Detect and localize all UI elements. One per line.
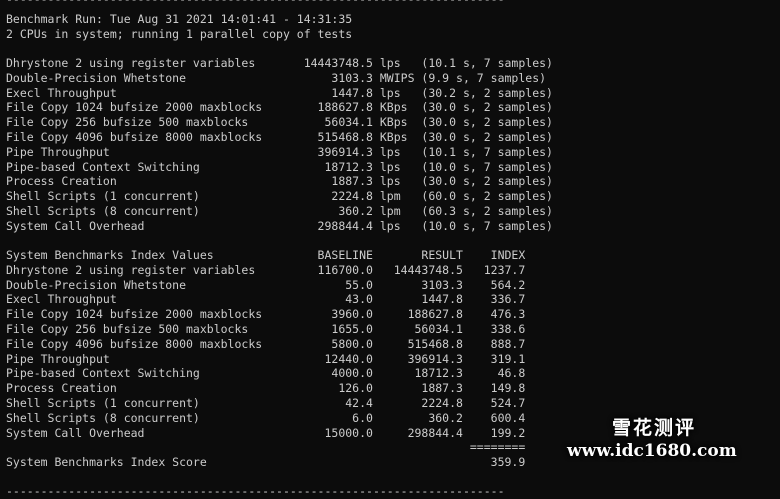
index-header: System Benchmarks Index Values BASELINE … bbox=[6, 248, 526, 262]
header-line: 2 CPUs in system; running 1 parallel cop… bbox=[6, 26, 353, 41]
test-result-line: File Copy 1024 bufsize 2000 maxblocks 18… bbox=[6, 100, 553, 115]
test-result-line: File Copy 256 bufsize 500 maxblocks 5603… bbox=[6, 115, 553, 130]
test-result-line: Process Creation 1887.3 lps (30.0 s, 2 s… bbox=[6, 174, 553, 189]
test-result-line: File Copy 4096 bufsize 8000 maxblocks 51… bbox=[6, 130, 553, 144]
index-row: File Copy 4096 bufsize 8000 maxblocks 58… bbox=[6, 336, 526, 351]
index-row: Shell Scripts (1 concurrent) 42.4 2224.8… bbox=[6, 396, 526, 410]
header-line: Benchmark Run: Tue Aug 31 2021 14:01:41 … bbox=[6, 12, 353, 26]
test-result-line: Double-Precision Whetstone 3103.3 MWIPS … bbox=[6, 70, 547, 85]
separator-top: ----------------------------------------… bbox=[6, 0, 505, 7]
index-score-line: System Benchmarks Index Score 359.9 bbox=[6, 455, 526, 470]
index-row: Pipe Throughput 12440.0 396914.3 319.1 bbox=[6, 351, 526, 366]
index-row: File Copy 1024 bufsize 2000 maxblocks 39… bbox=[6, 307, 526, 322]
test-result-line: Shell Scripts (8 concurrent) 360.2 lpm (… bbox=[6, 204, 553, 218]
index-rule: ======== bbox=[6, 440, 526, 455]
index-row: Double-Precision Whetstone 55.0 3103.3 5… bbox=[6, 277, 526, 292]
index-row: Pipe-based Context Switching 4000.0 1871… bbox=[6, 366, 526, 381]
index-row: Execl Throughput 43.0 1447.8 336.7 bbox=[6, 292, 526, 307]
test-result-line: Dhrystone 2 using register variables 144… bbox=[6, 56, 553, 70]
test-result-line: Shell Scripts (1 concurrent) 2224.8 lpm … bbox=[6, 189, 553, 204]
watermark-name: 雪花测评 bbox=[612, 417, 697, 439]
index-row: Shell Scripts (8 concurrent) 6.0 360.2 6… bbox=[6, 410, 526, 425]
index-row: Process Creation 126.0 1887.3 149.8 bbox=[6, 381, 526, 396]
index-row: Dhrystone 2 using register variables 116… bbox=[6, 262, 526, 277]
test-result-line: Pipe Throughput 396914.3 lps (10.1 s, 7 … bbox=[6, 144, 553, 159]
index-row: System Call Overhead 15000.0 298844.4 19… bbox=[6, 425, 526, 440]
terminal-window[interactable]: ----------------------------------------… bbox=[0, 0, 780, 498]
watermark-url: www.idc1680.com bbox=[567, 441, 737, 461]
test-result-line: System Call Overhead 298844.4 lps (10.0 … bbox=[6, 218, 553, 233]
test-result-line: Execl Throughput 1447.8 lps (30.2 s, 2 s… bbox=[6, 85, 553, 100]
index-row: File Copy 256 bufsize 500 maxblocks 1655… bbox=[6, 322, 526, 336]
separator-bottom: ----------------------------------------… bbox=[6, 484, 505, 498]
test-result-line: Pipe-based Context Switching 18712.3 lps… bbox=[6, 159, 553, 174]
